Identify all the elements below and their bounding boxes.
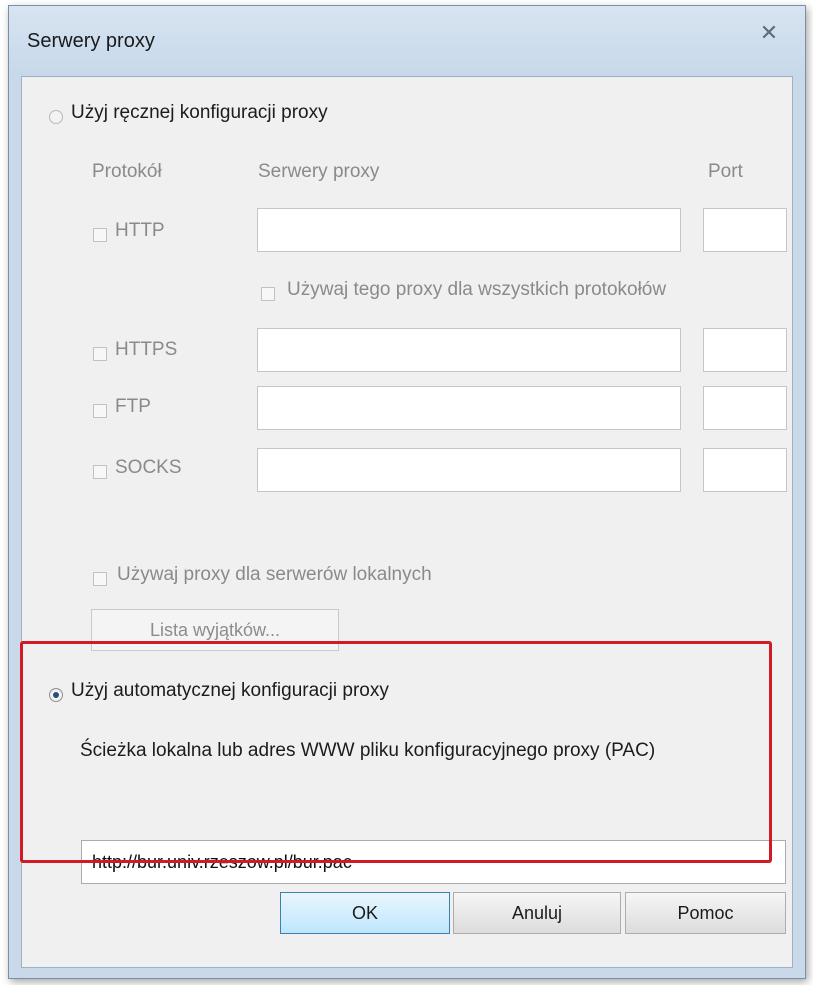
ftp-server-input[interactable] [257, 386, 681, 430]
socks-label: SOCKS [115, 457, 182, 478]
cancel-button[interactable]: Anuluj [453, 892, 621, 934]
http-server-input[interactable] [257, 208, 681, 252]
close-icon[interactable]: ✕ [751, 20, 787, 46]
use-for-all-checkbox[interactable] [261, 287, 275, 301]
https-server-input[interactable] [257, 328, 681, 372]
http-label: HTTP [115, 220, 165, 241]
https-label: HTTPS [115, 339, 178, 360]
help-button[interactable]: Pomoc [625, 892, 786, 934]
socks-server-input[interactable] [257, 448, 681, 492]
annotation-highlight-box [20, 641, 772, 863]
servers-header: Serwery proxy [258, 161, 380, 182]
protocol-header: Protokół [92, 161, 162, 182]
window-title: Serwery proxy [27, 30, 155, 52]
ftp-label: FTP [115, 396, 151, 417]
port-header: Port [708, 161, 743, 182]
socks-checkbox[interactable] [93, 465, 107, 479]
title-bar: Serwery proxy ✕ [9, 6, 805, 76]
manual-config-radio[interactable] [49, 110, 63, 124]
ftp-checkbox[interactable] [93, 404, 107, 418]
manual-config-label: Użyj ręcznej konfiguracji proxy [71, 102, 328, 123]
local-servers-checkbox[interactable] [93, 572, 107, 586]
http-port-input[interactable] [703, 208, 787, 252]
http-checkbox[interactable] [93, 228, 107, 242]
socks-port-input[interactable] [703, 448, 787, 492]
use-for-all-label: Używaj tego proxy dla wszystkich protoko… [287, 279, 667, 300]
https-port-input[interactable] [703, 328, 787, 372]
ok-button[interactable]: OK [280, 892, 450, 934]
local-servers-label: Używaj proxy dla serwerów lokalnych [117, 564, 432, 585]
ftp-port-input[interactable] [703, 386, 787, 430]
https-checkbox[interactable] [93, 347, 107, 361]
